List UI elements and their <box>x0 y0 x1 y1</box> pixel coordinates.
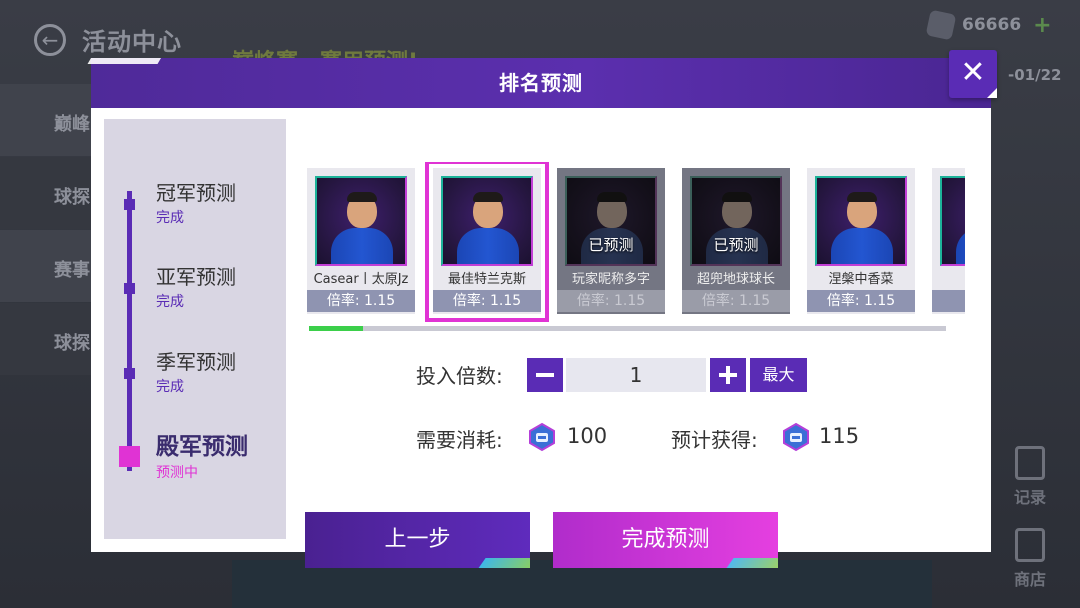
finish-prediction-label: 完成预测 <box>621 527 710 552</box>
step-status: 完成 <box>156 210 184 226</box>
player-card[interactable]: 玩家 倍 <box>932 168 965 314</box>
player-carousel[interactable]: Casear丨太原Jz 倍率: 1.15 最佳特兰克斯 倍率: 1.15 已预测… <box>307 162 965 326</box>
decrease-button[interactable] <box>527 358 563 392</box>
player-name: 玩家昵称多字 <box>571 272 650 287</box>
player-card-predicted[interactable]: 已预测 超兜地球球长 倍率: 1.15 <box>682 168 790 314</box>
player-portrait <box>815 176 907 266</box>
previous-step-label: 上一步 <box>384 527 451 552</box>
step-dot <box>124 199 135 210</box>
step-dot <box>124 283 135 294</box>
bet-multiplier-input[interactable]: 1 <box>566 358 706 392</box>
predicted-mark: 已预测 <box>588 236 634 254</box>
dialog-header: 排名预测 <box>91 58 991 108</box>
step-label: 冠军预测 <box>156 181 236 205</box>
player-card-selected[interactable]: 最佳特兰克斯 倍率: 1.15 <box>425 162 549 322</box>
step-dot <box>124 368 135 379</box>
step-label: 季军预测 <box>156 350 236 374</box>
step-status: 完成 <box>156 379 184 395</box>
shop-label: 商店 <box>1013 570 1046 589</box>
currency-display: 66666 + <box>925 9 1058 41</box>
prediction-steps-panel: 冠军预测 完成 亚军预测 完成 季军预测 完成 殿军预测 预测中 <box>104 119 286 539</box>
gem-icon <box>925 9 957 41</box>
player-rate: 倍率: 1.15 <box>307 290 415 312</box>
shop-button: 商店 <box>1000 528 1060 590</box>
player-card[interactable]: Casear丨太原Jz 倍率: 1.15 <box>307 168 415 314</box>
predicted-mark: 已预测 <box>713 236 759 254</box>
player-rate: 倍率: 1.15 <box>433 290 541 312</box>
record-button: 记录 <box>1000 446 1060 508</box>
shop-icon <box>1015 528 1045 562</box>
max-button[interactable]: 最大 <box>750 358 807 392</box>
finish-prediction-button[interactable]: 完成预测 <box>553 512 778 568</box>
cost-label: 需要消耗: <box>416 428 503 452</box>
ranking-prediction-dialog: 排名预测 ✕ 冠军预测 完成 亚军预测 完成 季军预测 完成 殿军预测 预测中 <box>91 50 997 568</box>
player-card[interactable]: 涅槃中香菜 倍率: 1.15 <box>807 168 915 314</box>
player-name: 涅槃中香菜 <box>828 272 894 287</box>
player-rate: 倍率: 1.15 <box>682 290 790 312</box>
previous-step-button[interactable]: 上一步 <box>305 512 530 568</box>
token-icon <box>529 422 555 452</box>
player-name: 最佳特兰克斯 <box>447 272 526 287</box>
add-currency-icon: + <box>1033 12 1052 38</box>
dialog-title: 排名预测 <box>499 71 583 95</box>
player-name: Casear丨太原Jz <box>313 272 409 287</box>
step-dot-active <box>119 446 140 467</box>
player-portrait <box>315 176 407 266</box>
event-date: -01/22 <box>1008 66 1062 84</box>
back-icon: ← <box>34 24 66 56</box>
step-label: 殿军预测 <box>156 434 248 460</box>
player-name: 玩家 <box>932 268 965 287</box>
player-name: 超兜地球球长 <box>696 272 775 287</box>
player-rate: 倍率: 1.15 <box>557 290 665 312</box>
cost-value: 100 <box>567 424 608 448</box>
page-title: 活动中心 <box>82 28 182 56</box>
expected-gain-label: 预计获得: <box>671 428 758 452</box>
currency-amount: 66666 <box>962 15 1022 35</box>
carousel-scroll-thumb[interactable] <box>309 326 363 331</box>
record-label: 记录 <box>1013 488 1046 507</box>
expected-gain-value: 115 <box>819 424 860 448</box>
bet-multiplier-label: 投入倍数: <box>416 364 503 388</box>
player-card-predicted[interactable]: 已预测 玩家昵称多字 倍率: 1.15 <box>557 168 665 314</box>
player-portrait <box>940 176 965 266</box>
player-rate: 倍 <box>932 290 965 312</box>
step-label: 亚军预测 <box>156 265 236 289</box>
step-status: 完成 <box>156 294 184 310</box>
token-icon <box>783 422 809 452</box>
steps-progress-line <box>127 191 132 471</box>
carousel-scrollbar[interactable] <box>309 326 946 331</box>
step-status: 预测中 <box>156 465 198 481</box>
increase-button[interactable] <box>710 358 746 392</box>
player-rate: 倍率: 1.15 <box>807 290 915 312</box>
close-button[interactable]: ✕ <box>949 50 997 98</box>
record-icon <box>1015 446 1045 480</box>
player-portrait <box>441 176 533 266</box>
